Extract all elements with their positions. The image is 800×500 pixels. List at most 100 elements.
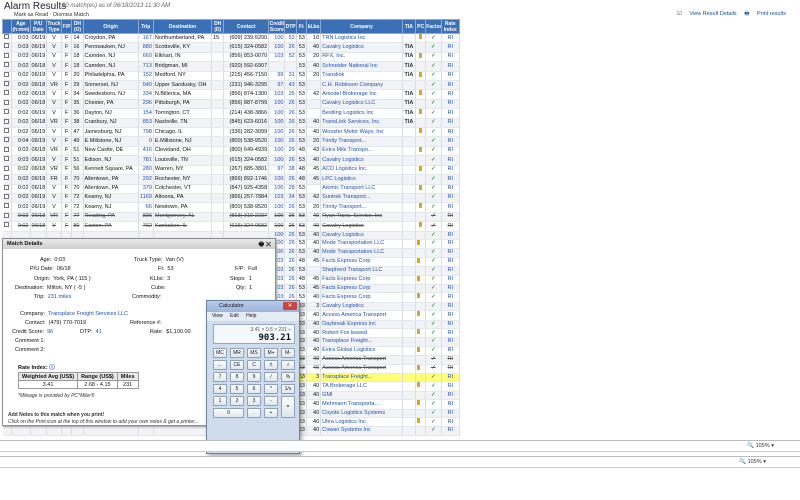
- row-checkbox[interactable]: [2, 155, 13, 166]
- table-row[interactable]: 0:02 06/18 VR F 29 Somerset, NJ 540 Upper Sandu…: [2, 80, 460, 91]
- row-checkbox[interactable]: [2, 80, 13, 91]
- column-header[interactable]: kLbs: [305, 19, 322, 34]
- checkbox[interactable]: [4, 146, 10, 152]
- rate-index-link[interactable]: RI: [441, 310, 460, 321]
- checkbox[interactable]: [4, 71, 10, 77]
- table-cell[interactable]: [211, 89, 225, 100]
- table-row[interactable]: 0:03 06/19 V F 18 Camden, NJ 660 Elkhart, IN (85…: [2, 52, 460, 63]
- table-cell[interactable]: [211, 80, 225, 91]
- company-link[interactable]: Facts Express Corp: [320, 275, 403, 285]
- table-row[interactable]: 0:03 06/18 VR F 51 New Castle, DE 416 Cleveland…: [2, 146, 460, 157]
- row-checkbox[interactable]: [2, 99, 13, 110]
- table-row[interactable]: 0:03 06/19 V F 16 Pennsauken, NJ 880 Scottsvill…: [2, 42, 460, 53]
- column-header[interactable]: Origin: [82, 19, 139, 34]
- rate-index-link[interactable]: RI: [441, 155, 460, 166]
- calculator-key[interactable]: 5: [230, 384, 244, 394]
- checkbox[interactable]: [4, 109, 10, 115]
- rate-index-link[interactable]: RI: [441, 337, 460, 347]
- rate-index-link[interactable]: RI: [441, 302, 460, 312]
- calculator-key[interactable]: 6: [247, 384, 261, 394]
- rate-index-link[interactable]: RI: [441, 33, 460, 44]
- column-header[interactable]: Credit Score: [268, 19, 286, 34]
- company-link[interactable]: Facts Express Corp: [320, 284, 403, 294]
- calculator-key[interactable]: √: [281, 360, 295, 370]
- column-header[interactable]: P/U Date: [29, 19, 47, 34]
- row-checkbox[interactable]: [2, 136, 13, 147]
- calculator-key[interactable]: 4: [213, 384, 227, 394]
- column-header[interactable]: Age (h:mm): [11, 19, 31, 34]
- calculator-key[interactable]: ←: [213, 360, 227, 370]
- company-link[interactable]: Mehmann Transporta...: [320, 399, 403, 410]
- table-cell[interactable]: 15: [211, 33, 225, 44]
- company-link[interactable]: Daybreak Express Inc: [320, 320, 403, 330]
- checkbox[interactable]: [4, 165, 10, 171]
- company-link[interactable]: Access America Transport: [320, 364, 403, 375]
- company-link[interactable]: Transplace Freight...: [320, 373, 403, 383]
- table-cell[interactable]: 296: [138, 99, 154, 110]
- rate-index-link[interactable]: RI: [441, 417, 460, 428]
- table-row[interactable]: 0:02 06/18 V F 35 Chester, PA 296 Pittsburgh, P…: [2, 99, 460, 110]
- column-header[interactable]: TIA: [401, 19, 417, 34]
- table-cell[interactable]: [211, 165, 225, 176]
- row-checkbox[interactable]: [2, 42, 13, 53]
- row-checkbox[interactable]: [2, 33, 13, 44]
- column-header[interactable]: Contact: [223, 19, 270, 34]
- checkbox[interactable]: [4, 99, 10, 105]
- company-link[interactable]: TRN Logistics Inc: [320, 33, 403, 44]
- table-cell[interactable]: [211, 174, 225, 185]
- company-link[interactable]: Cavalry Logistics: [320, 221, 403, 232]
- table-cell[interactable]: [211, 155, 225, 166]
- rate-index-link[interactable]: RI: [441, 174, 460, 185]
- rate-index-link[interactable]: RI: [441, 292, 460, 303]
- rate-index-link[interactable]: RI: [441, 320, 460, 330]
- table-cell[interactable]: 154: [138, 108, 154, 119]
- row-checkbox[interactable]: [2, 127, 13, 138]
- rate-index-link[interactable]: RI: [441, 275, 460, 285]
- column-header[interactable]: Truck Type: [45, 19, 63, 34]
- row-checkbox[interactable]: [2, 165, 13, 176]
- calculator-key[interactable]: =: [281, 396, 295, 418]
- company-link[interactable]: TA Brokerage LLC: [320, 381, 403, 392]
- company-link[interactable]: Cavalry Logistics: [320, 155, 403, 166]
- company-link[interactable]: Ultra Logistics Inc: [320, 417, 403, 428]
- company-link[interactable]: Cavalry Logistics LLC: [320, 99, 403, 110]
- print-results-link[interactable]: 🖶 Print results: [744, 11, 786, 17]
- row-checkbox[interactable]: [2, 108, 13, 119]
- row-checkbox[interactable]: [2, 212, 13, 223]
- rate-index-link[interactable]: RI: [441, 248, 460, 258]
- close-icon[interactable]: ✕: [266, 242, 271, 248]
- table-cell[interactable]: 0: [138, 136, 154, 147]
- calculator-key[interactable]: 3: [247, 396, 261, 406]
- calculator-key[interactable]: 8: [230, 372, 244, 382]
- calculator-key[interactable]: 1: [213, 396, 227, 406]
- rate-index-link[interactable]: RI: [441, 80, 460, 91]
- checkbox[interactable]: [4, 137, 10, 143]
- table-row[interactable]: 0:02 06/18 V F 70 Allentown, PA 379 Colchester,…: [2, 184, 460, 194]
- rate-index-link[interactable]: RI: [441, 42, 460, 53]
- table-row[interactable]: 0:02 06/19 V F 72 Kearny, NJ 1169 Altoona, PA (8…: [2, 193, 460, 204]
- menu-edit[interactable]: Edit: [230, 313, 239, 319]
- company-link[interactable]: TransLink Services, Inc.: [320, 118, 403, 129]
- column-header[interactable]: Destination: [152, 19, 213, 34]
- rate-index-link[interactable]: RI: [441, 373, 460, 383]
- table-cell[interactable]: 152: [138, 71, 154, 82]
- table-cell[interactable]: 540: [138, 80, 154, 91]
- company-link[interactable]: Suntrek Transport...: [320, 193, 403, 204]
- calculator-key[interactable]: M-: [281, 348, 295, 358]
- calculator-key[interactable]: -: [264, 396, 278, 406]
- table-row[interactable]: 0:02 06/19 FR F 70 Allentown, PA 292 Rochester,…: [2, 174, 460, 185]
- row-checkbox[interactable]: [2, 52, 13, 63]
- calculator-key[interactable]: +: [264, 408, 278, 418]
- table-cell[interactable]: 781: [138, 155, 154, 166]
- table-cell[interactable]: [211, 127, 225, 138]
- table-row[interactable]: 0:02 06/18 VR F 56 Kennett Square, PA 280 Warre…: [2, 165, 460, 176]
- calculator-key[interactable]: MS: [247, 348, 261, 358]
- calculator-key[interactable]: .: [247, 408, 261, 418]
- table-cell[interactable]: [211, 202, 225, 213]
- table-row[interactable]: 0:02 06/18 V F 18 Camden, NJ 713 Bridgman, MI (9…: [2, 61, 460, 72]
- rate-index-link[interactable]: RI: [441, 399, 460, 410]
- company-link[interactable]: Coyote Logistics Systems: [320, 409, 403, 419]
- calculator-key[interactable]: C: [247, 360, 261, 370]
- row-checkbox[interactable]: [2, 202, 13, 213]
- table-row[interactable]: 0:02 06/18 VR F 77 Reading, PA 836 Montgomery, …: [2, 212, 460, 223]
